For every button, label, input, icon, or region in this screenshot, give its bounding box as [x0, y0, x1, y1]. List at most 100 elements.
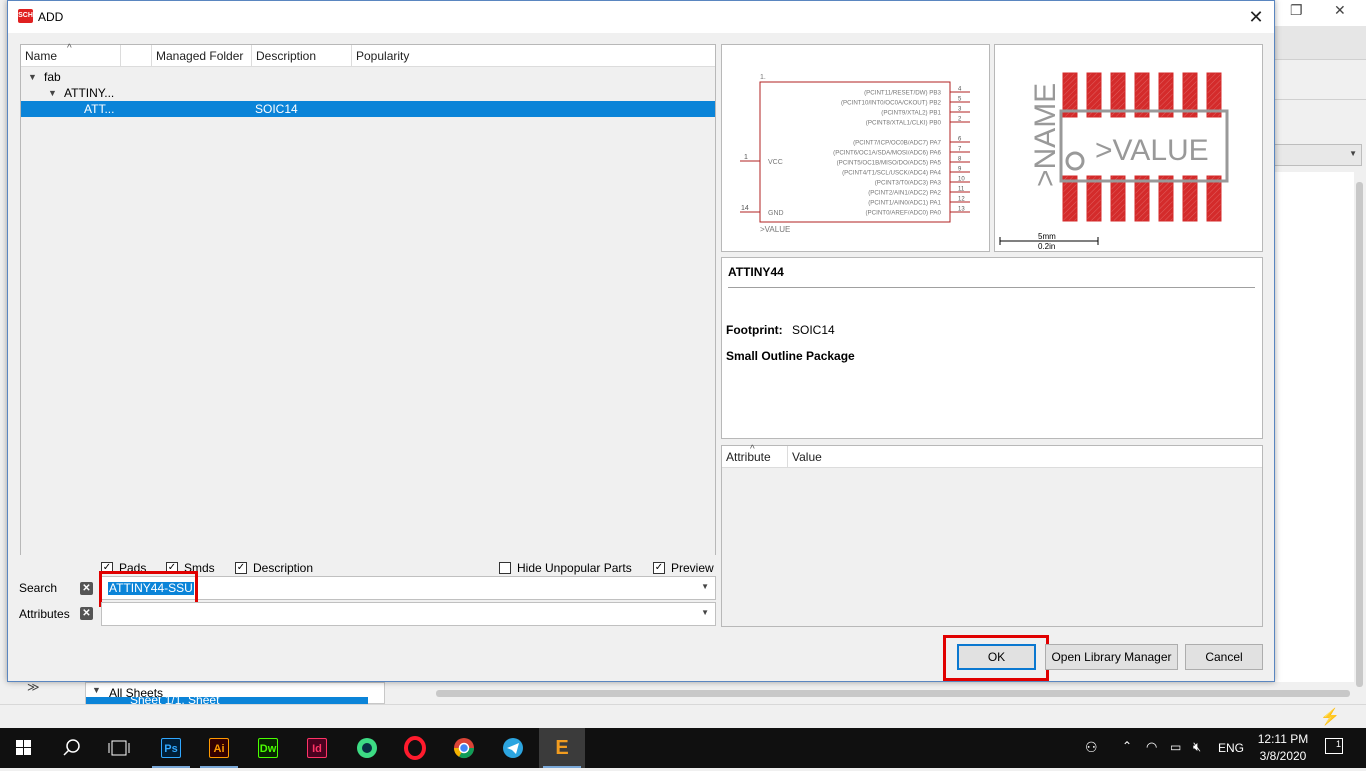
- expander-icon[interactable]: ▼: [28, 69, 37, 85]
- chrome-taskbar-button[interactable]: [441, 728, 487, 768]
- symbol-pin-number: 13: [958, 207, 965, 213]
- column-header-name[interactable]: Name ^: [21, 43, 121, 67]
- background-title-bar: ❐ ✕: [1274, 0, 1366, 26]
- schematic-app-icon: SCH: [18, 9, 33, 23]
- task-view-icon: [108, 740, 130, 756]
- symbol-pin-label: (PCINT6/OC1A/SDA/MOSI/ADC6) PA6: [833, 150, 941, 157]
- smd-pad: [1062, 175, 1078, 222]
- column-header-popularity[interactable]: Popularity: [352, 45, 716, 67]
- attributes-dropdown-icon[interactable]: ▼: [701, 608, 709, 617]
- notifications-icon[interactable]: 1: [1325, 738, 1343, 754]
- tree-row-device[interactable]: ▼ ATTINY...: [21, 85, 715, 101]
- window-close-icon[interactable]: ✕: [1334, 2, 1346, 19]
- search-dropdown-icon[interactable]: ▼: [701, 582, 709, 591]
- lightning-icon: ⚡: [1320, 709, 1340, 726]
- volume-muted-icon[interactable]: 🔇︎: [1193, 739, 1201, 755]
- smd-pad: [1206, 175, 1222, 222]
- pin1-marker: 1.: [760, 74, 766, 81]
- part-description: Small Outline Package: [726, 349, 855, 363]
- tree-header: Name ^ Managed Folder Description Popula…: [21, 43, 716, 67]
- symbol-pin-label: (PCINT11/RESET/DW) PB3: [864, 90, 941, 97]
- smd-pad: [1158, 175, 1174, 222]
- column-header-value[interactable]: Value: [788, 446, 1262, 468]
- telegram-taskbar-button[interactable]: [490, 728, 536, 768]
- background-combo[interactable]: ▼: [1274, 144, 1362, 166]
- sort-caret-icon: ^: [750, 444, 755, 455]
- value-label: >VALUE: [760, 225, 790, 234]
- symbol-pin-number: 11: [958, 187, 965, 193]
- package-preview: >VALUE >NAME 5mm 0.2in: [994, 44, 1263, 252]
- expander-icon[interactable]: ▼: [48, 85, 57, 101]
- attributes-clear-icon[interactable]: ✕: [80, 607, 93, 620]
- symbol-pin-number: 10: [958, 177, 965, 183]
- start-button[interactable]: [0, 728, 46, 768]
- column-header-description[interactable]: Description: [252, 45, 352, 67]
- cancel-button[interactable]: Cancel: [1185, 644, 1263, 670]
- scale-in: 0.2in: [1038, 242, 1055, 251]
- illustrator-icon: Ai: [209, 738, 229, 758]
- photoshop-icon: Ps: [161, 738, 181, 758]
- background-toolbar: [1274, 26, 1366, 60]
- dialog-title: ADD: [38, 10, 64, 24]
- telegram-icon: [503, 738, 523, 758]
- scale-mm: 5mm: [1038, 232, 1056, 241]
- chrome-icon: [453, 738, 475, 759]
- dreamweaver-icon: Dw: [258, 738, 278, 758]
- open-library-manager-button[interactable]: Open Library Manager: [1045, 644, 1178, 670]
- dialog-title-bar: SCH ADD ✕: [8, 1, 1274, 33]
- opera-taskbar-button[interactable]: [392, 728, 438, 768]
- expander-icon[interactable]: ▼: [92, 685, 101, 695]
- symbol-pin-label: (PCINT4/T1/SCL/USCK/ADC4) PA4: [842, 170, 941, 177]
- battery-icon[interactable]: ▭: [1170, 740, 1181, 754]
- search-clear-icon[interactable]: ✕: [80, 582, 93, 595]
- task-view-button[interactable]: [96, 728, 142, 768]
- symbol-pin-number: 12: [958, 197, 965, 203]
- wifi-icon[interactable]: ◠: [1146, 739, 1157, 755]
- collapse-icon[interactable]: ≫: [27, 680, 40, 694]
- people-icon[interactable]: ⚇: [1085, 739, 1098, 756]
- ok-highlight-box: [943, 635, 1049, 681]
- attributes-label: Attributes: [19, 607, 70, 621]
- android-studio-taskbar-button[interactable]: [344, 728, 390, 768]
- smd-pad: [1134, 175, 1150, 222]
- divider: [728, 287, 1255, 288]
- android-studio-icon: [357, 738, 377, 758]
- symbol-pin-label: (PCINT3/T0/ADC3) PA3: [875, 180, 942, 187]
- dreamweaver-taskbar-button[interactable]: Dw: [245, 728, 291, 768]
- search-label: Search: [19, 581, 58, 595]
- library-tree[interactable]: Name ^ Managed Folder Description Popula…: [20, 43, 716, 555]
- language-indicator[interactable]: ENG: [1218, 741, 1244, 755]
- clock-date: 3/8/2020: [1259, 749, 1307, 763]
- column-header-blank[interactable]: [121, 45, 152, 67]
- restore-icon[interactable]: ❐: [1290, 2, 1303, 19]
- symbol-pin-label: (PCINT10/INT0/OC0A/CKOUT) PB2: [841, 100, 942, 107]
- close-icon[interactable]: ✕: [1244, 6, 1268, 28]
- illustrator-taskbar-button[interactable]: Ai: [196, 728, 242, 768]
- photoshop-taskbar-button[interactable]: Ps: [148, 728, 194, 768]
- clock[interactable]: 12:11 PM 3/8/2020: [1257, 732, 1309, 763]
- tree-row-variant-selected[interactable]: ATT... SOIC14: [21, 101, 715, 117]
- attribute-table: Attribute ^ Value: [721, 444, 1263, 627]
- search-icon: [63, 739, 80, 756]
- indesign-taskbar-button[interactable]: Id: [294, 728, 340, 768]
- attribute-table-header: Attribute ^ Value: [722, 444, 1262, 468]
- package-value-label: >VALUE: [1095, 134, 1209, 167]
- pin1-dot: [1065, 151, 1085, 171]
- gnd-label: GND: [768, 210, 784, 217]
- column-header-managed-folder[interactable]: Managed Folder: [152, 45, 252, 67]
- symbol-pin-label: (PCINT8/XTAL1/CLKI) PB0: [866, 120, 942, 127]
- footprint-label: Footprint:: [726, 323, 783, 337]
- chevron-up-icon[interactable]: ⌃: [1122, 739, 1132, 753]
- right-pin-group: (PCINT11/RESET/DW) PB3 4(PCINT10/INT0/OC0…: [833, 87, 970, 217]
- vertical-scrollbar[interactable]: [1354, 172, 1366, 687]
- indesign-icon: Id: [307, 738, 327, 758]
- tree-row-library[interactable]: ▼ fab: [21, 69, 715, 85]
- background-canvas[interactable]: [1274, 172, 1354, 682]
- horizontal-scrollbar[interactable]: [436, 690, 1350, 697]
- background-toolbar-2: [1274, 60, 1366, 100]
- column-header-attribute[interactable]: Attribute ^: [722, 444, 788, 468]
- windows-icon: [16, 740, 31, 755]
- search-taskbar-button[interactable]: [48, 728, 94, 768]
- attributes-input[interactable]: ▼: [101, 602, 716, 626]
- eagle-taskbar-button[interactable]: E: [539, 728, 585, 768]
